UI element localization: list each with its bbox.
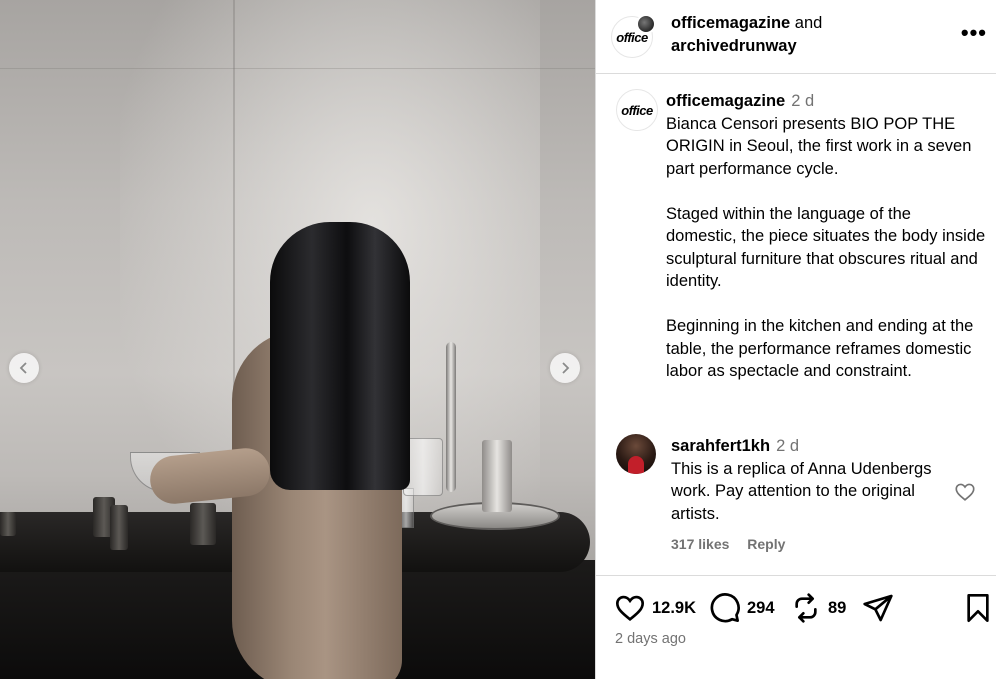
- caption-paragraph: Staged within the language of the domest…: [666, 204, 986, 291]
- commenter-avatar[interactable]: [616, 434, 656, 474]
- author-username[interactable]: officemagazine: [671, 14, 790, 32]
- chevron-right-icon: [562, 362, 570, 374]
- share-button[interactable]: [862, 592, 894, 624]
- comment-username[interactable]: sarahfert1kh: [671, 437, 770, 455]
- caption-username[interactable]: officemagazine: [666, 92, 785, 110]
- wall-line: [0, 68, 595, 69]
- save-button[interactable]: [962, 592, 994, 624]
- comment: sarahfert1kh 2 d This is a replica of Ann…: [671, 435, 956, 525]
- comment-icon: [710, 593, 740, 623]
- heart-outline-icon: [955, 483, 975, 501]
- more-options-button[interactable]: •••: [961, 20, 987, 46]
- caption-paragraph: Beginning in the kitchen and ending at t…: [666, 317, 974, 380]
- post-media[interactable]: [0, 0, 595, 679]
- caption-time[interactable]: 2 d: [791, 92, 814, 110]
- previous-slide-button[interactable]: [9, 353, 39, 383]
- archivedrunway-avatar[interactable]: [636, 14, 656, 34]
- caption-avatar[interactable]: office: [616, 89, 658, 131]
- post-caption: officemagazine 2 d Bianca Censori present…: [666, 90, 986, 405]
- comment-count[interactable]: 294: [747, 599, 775, 618]
- post-date[interactable]: 2 days ago: [615, 631, 686, 647]
- comment-likes-count[interactable]: 317 likes: [671, 536, 729, 552]
- avatar-figure: [628, 456, 644, 474]
- comment-text: This is a replica of Anna Udenbergs work…: [671, 459, 932, 523]
- heart-icon: [615, 595, 645, 622]
- canister: [190, 503, 216, 545]
- comment-time[interactable]: 2 d: [776, 437, 799, 455]
- comment-like-button[interactable]: [954, 481, 976, 503]
- repost-count[interactable]: 89: [828, 599, 846, 618]
- more-horizontal-icon: •••: [960, 20, 987, 45]
- collaborator-username[interactable]: archivedrunway: [671, 37, 797, 55]
- canister: [110, 505, 128, 550]
- comment-meta: 317 likes Reply: [671, 536, 799, 552]
- send-icon: [863, 594, 893, 622]
- faucet: [446, 342, 456, 492]
- post-actions: 12.9K 294 89 2 days ago: [596, 575, 996, 679]
- reply-button[interactable]: Reply: [747, 536, 785, 552]
- canister: [0, 512, 16, 536]
- like-count[interactable]: 12.9K: [652, 599, 696, 618]
- comment-button[interactable]: 294: [709, 592, 775, 624]
- chevron-left-icon: [19, 362, 27, 374]
- next-slide-button[interactable]: [550, 353, 580, 383]
- post-authors: officemagazine and archivedrunway: [671, 12, 822, 58]
- repost-button[interactable]: 89: [790, 592, 846, 624]
- post-header: office officemagazine and archivedrunway…: [596, 0, 996, 74]
- avatar-logo-text: office: [621, 102, 653, 118]
- repost-icon: [795, 593, 817, 623]
- post-side-panel: office officemagazine and archivedrunway…: [595, 0, 996, 679]
- steel-canister: [482, 440, 512, 512]
- caption-paragraph: Bianca Censori presents BIO POP THE ORIG…: [666, 114, 972, 178]
- like-button[interactable]: 12.9K: [614, 592, 696, 624]
- figure-hair: [270, 222, 410, 490]
- author-conjunction: and: [794, 14, 823, 32]
- bookmark-icon: [967, 594, 989, 622]
